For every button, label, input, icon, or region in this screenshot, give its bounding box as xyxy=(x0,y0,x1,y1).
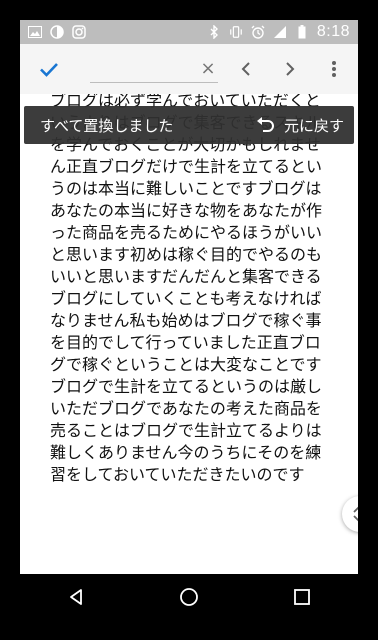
document-content[interactable]: ブログは必ず学んでおいていただくというよりはブログで集客できるスキルを学んでおく… xyxy=(20,94,358,574)
signal-icon xyxy=(273,25,287,39)
instagram-icon xyxy=(72,25,86,39)
more-vert-icon[interactable] xyxy=(324,57,344,81)
snackbar-message: すべて置換しました xyxy=(40,116,174,135)
navigation-bar xyxy=(20,574,358,620)
status-bar-left xyxy=(28,25,86,39)
alarm-icon xyxy=(251,25,265,39)
status-bar-right: 8:18 xyxy=(207,23,350,41)
home-icon[interactable] xyxy=(175,583,203,611)
phone-screen: 8:18 × ブログは必ず学んでおいていただくというよりはブログで集客できるスキ… xyxy=(20,20,358,620)
fast-scroll-handle[interactable] xyxy=(342,496,358,532)
battery-icon xyxy=(295,25,309,39)
image-icon xyxy=(28,25,42,39)
undo-label: 元に戻す xyxy=(283,116,344,135)
recents-icon[interactable] xyxy=(288,583,316,611)
check-icon[interactable] xyxy=(36,56,62,82)
snackbar: すべて置換しました 元に戻す xyxy=(24,106,354,144)
status-time: 8:18 xyxy=(316,23,350,40)
chevron-left-icon[interactable] xyxy=(234,57,258,81)
status-bar: 8:18 xyxy=(20,20,358,44)
chevron-right-icon[interactable] xyxy=(278,57,302,81)
undo-icon xyxy=(254,116,276,134)
article-body[interactable]: ブログは必ず学んでおいていただくというよりはブログで集客できるスキルを学んでおく… xyxy=(50,94,330,486)
find-replace-toolbar: × xyxy=(20,44,358,94)
undo-button[interactable]: 元に戻す xyxy=(254,115,344,136)
bluetooth-icon xyxy=(207,25,221,39)
clear-search-button[interactable]: × xyxy=(198,58,218,80)
vibrate-icon xyxy=(229,25,243,39)
back-icon[interactable] xyxy=(62,583,90,611)
data-saver-icon xyxy=(50,25,64,39)
